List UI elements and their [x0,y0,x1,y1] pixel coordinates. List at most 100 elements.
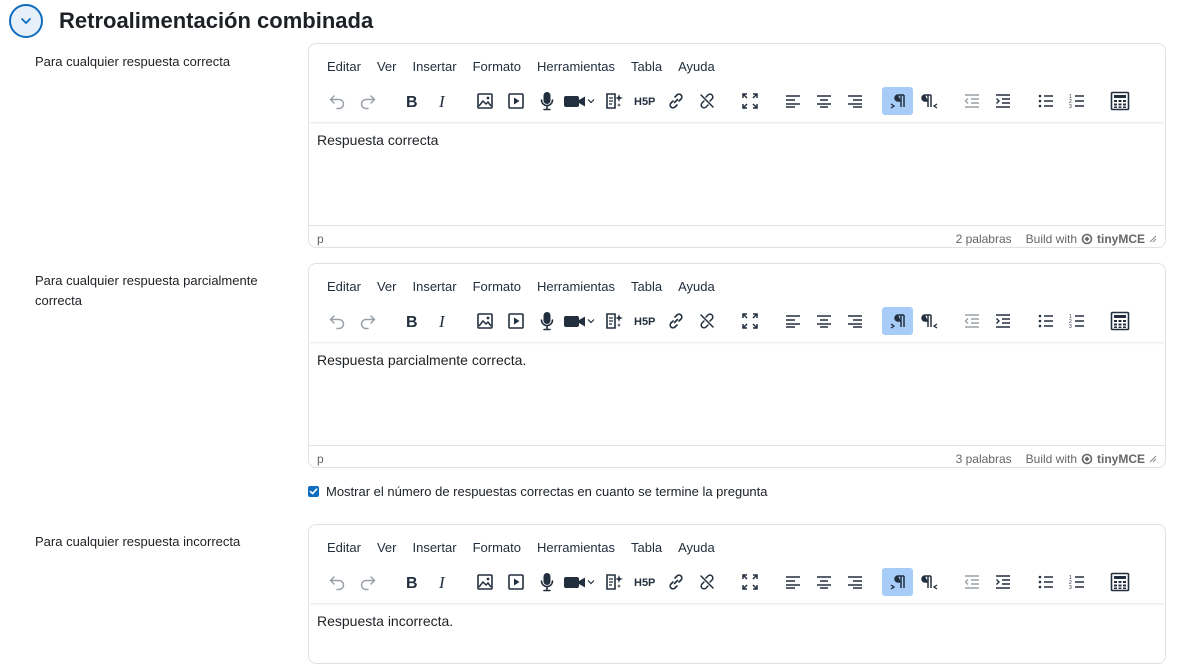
align-center-button[interactable] [808,568,839,596]
menu-tools[interactable]: Herramientas [529,538,623,558]
ai-generate-button[interactable] [598,568,629,596]
resize-handle-icon[interactable] [1149,235,1157,243]
editor-content-area[interactable]: Respuesta incorrecta. [309,603,1165,663]
menu-tools[interactable]: Herramientas [529,277,623,297]
fullscreen-button[interactable] [734,568,765,596]
menu-format[interactable]: Formato [465,277,529,297]
unlink-button[interactable] [691,87,722,115]
equation-button[interactable] [1104,568,1135,596]
bullet-list-button[interactable] [1030,87,1061,115]
media-button[interactable] [500,87,531,115]
align-right-button[interactable] [839,307,870,335]
menu-help[interactable]: Ayuda [670,277,723,297]
redo-button[interactable] [352,87,383,115]
bold-button[interactable]: B [395,307,426,335]
element-path[interactable]: p [317,232,956,246]
outdent-button[interactable] [956,87,987,115]
unlink-button[interactable] [691,307,722,335]
align-right-button[interactable] [839,87,870,115]
menu-help[interactable]: Ayuda [670,538,723,558]
outdent-button[interactable] [956,307,987,335]
record-video-button[interactable] [562,87,598,115]
italic-button[interactable]: I [426,568,457,596]
menu-table[interactable]: Tabla [623,57,670,77]
undo-button[interactable] [321,307,352,335]
rtl-button[interactable] [913,87,944,115]
menu-view[interactable]: Ver [369,57,405,77]
menu-insert[interactable]: Insertar [404,538,464,558]
menu-view[interactable]: Ver [369,538,405,558]
fullscreen-button[interactable] [734,87,765,115]
menu-table[interactable]: Tabla [623,538,670,558]
align-center-button[interactable] [808,87,839,115]
word-count[interactable]: 3 palabras [956,452,1012,466]
bold-button[interactable]: B [395,87,426,115]
align-right-button[interactable] [839,568,870,596]
record-audio-button[interactable] [531,307,562,335]
show-correct-count-checkbox[interactable] [308,486,319,497]
menu-help[interactable]: Ayuda [670,57,723,77]
undo-button[interactable] [321,568,352,596]
rtl-button[interactable] [913,307,944,335]
bullet-list-button[interactable] [1030,568,1061,596]
menu-table[interactable]: Tabla [623,277,670,297]
redo-button[interactable] [352,307,383,335]
collapse-toggle-button[interactable] [9,4,43,38]
editor-content-area[interactable]: Respuesta correcta [309,122,1165,202]
undo-button[interactable] [321,87,352,115]
menu-format[interactable]: Formato [465,538,529,558]
align-left-button[interactable] [777,307,808,335]
ltr-button[interactable] [882,568,913,596]
redo-button[interactable] [352,568,383,596]
record-video-button[interactable] [562,568,598,596]
indent-button[interactable] [987,307,1018,335]
menu-insert[interactable]: Insertar [404,57,464,77]
link-button[interactable] [660,568,691,596]
word-count[interactable]: 2 palabras [956,232,1012,246]
tinymce-branding[interactable]: Build with tinyMCE [1026,232,1157,246]
indent-button[interactable] [987,568,1018,596]
menu-view[interactable]: Ver [369,277,405,297]
numbered-list-button[interactable]: 123 [1061,568,1092,596]
image-button[interactable] [469,307,500,335]
link-button[interactable] [660,87,691,115]
link-button[interactable] [660,307,691,335]
media-button[interactable] [500,568,531,596]
menu-edit[interactable]: Editar [319,538,369,558]
media-button[interactable] [500,307,531,335]
equation-button[interactable] [1104,87,1135,115]
align-left-button[interactable] [777,568,808,596]
h5p-button[interactable]: H5P [629,307,660,335]
menu-tools[interactable]: Herramientas [529,57,623,77]
rtl-button[interactable] [913,568,944,596]
resize-handle-icon[interactable] [1149,455,1157,463]
menu-format[interactable]: Formato [465,57,529,77]
ltr-button[interactable] [882,307,913,335]
menu-edit[interactable]: Editar [319,277,369,297]
menu-edit[interactable]: Editar [319,57,369,77]
ltr-button[interactable] [882,87,913,115]
bullet-list-button[interactable] [1030,307,1061,335]
italic-button[interactable]: I [426,87,457,115]
image-button[interactable] [469,568,500,596]
unlink-button[interactable] [691,568,722,596]
numbered-list-button[interactable]: 123 [1061,87,1092,115]
align-center-button[interactable] [808,307,839,335]
numbered-list-button[interactable]: 123 [1061,307,1092,335]
align-left-button[interactable] [777,87,808,115]
record-audio-button[interactable] [531,87,562,115]
equation-button[interactable] [1104,307,1135,335]
ai-generate-button[interactable] [598,87,629,115]
bold-button[interactable]: B [395,568,426,596]
tinymce-branding[interactable]: Build with tinyMCE [1026,452,1157,466]
record-video-button[interactable] [562,307,598,335]
image-button[interactable] [469,87,500,115]
indent-button[interactable] [987,87,1018,115]
editor-content-area[interactable]: Respuesta parcialmente correcta. [309,342,1165,422]
italic-button[interactable]: I [426,307,457,335]
fullscreen-button[interactable] [734,307,765,335]
menu-insert[interactable]: Insertar [404,277,464,297]
record-audio-button[interactable] [531,568,562,596]
h5p-button[interactable]: H5P [629,87,660,115]
outdent-button[interactable] [956,568,987,596]
